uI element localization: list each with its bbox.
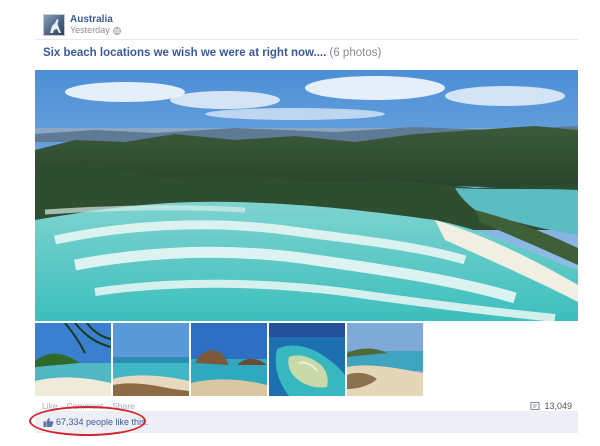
header-divider — [35, 39, 578, 40]
post-meta: Yesterday — [70, 25, 121, 36]
post-title: Six beach locations we wish we were at r… — [43, 47, 381, 59]
album-title-link[interactable]: Six beach locations we wish we were at r… — [43, 47, 326, 59]
post-timestamp[interactable]: Yesterday — [70, 25, 110, 36]
share-link[interactable]: Share — [112, 401, 135, 411]
thumbnail-2[interactable] — [113, 323, 189, 396]
kangaroo-logo-icon — [50, 19, 61, 33]
likes-box: 67,334 people like this. — [35, 411, 578, 433]
author-name[interactable]: Australia — [70, 14, 121, 25]
comment-link[interactable]: Comment — [66, 401, 103, 411]
thumbnail-1-image — [35, 323, 111, 396]
share-icon — [531, 402, 540, 410]
post-actions: Like · Comment · Share — [42, 401, 135, 411]
avatar[interactable] — [43, 14, 65, 36]
thumbs-up-icon — [43, 417, 54, 427]
share-count[interactable]: 13,049 — [530, 401, 572, 411]
main-photo-image — [35, 70, 578, 321]
like-link[interactable]: Like — [42, 401, 58, 411]
thumbnail-1[interactable] — [35, 323, 111, 396]
thumbnail-3-image — [191, 323, 267, 396]
globe-icon — [112, 26, 121, 35]
likes-count-text[interactable]: 67,334 people like this. — [56, 417, 148, 427]
photo-count: (6 photos) — [329, 47, 382, 59]
thumbnail-4[interactable] — [269, 323, 345, 396]
thumbnail-row — [35, 323, 423, 396]
main-photo[interactable] — [35, 70, 578, 321]
action-separator: · — [106, 401, 110, 411]
share-count-value: 13,049 — [544, 401, 572, 411]
action-separator: · — [60, 401, 64, 411]
thumbnail-4-image — [269, 323, 345, 396]
thumbnail-2-image — [113, 323, 189, 396]
thumbnail-5[interactable] — [347, 323, 423, 396]
post-header: Australia Yesterday — [43, 14, 121, 36]
thumbnail-5-image — [347, 323, 423, 396]
thumbnail-3[interactable] — [191, 323, 267, 396]
